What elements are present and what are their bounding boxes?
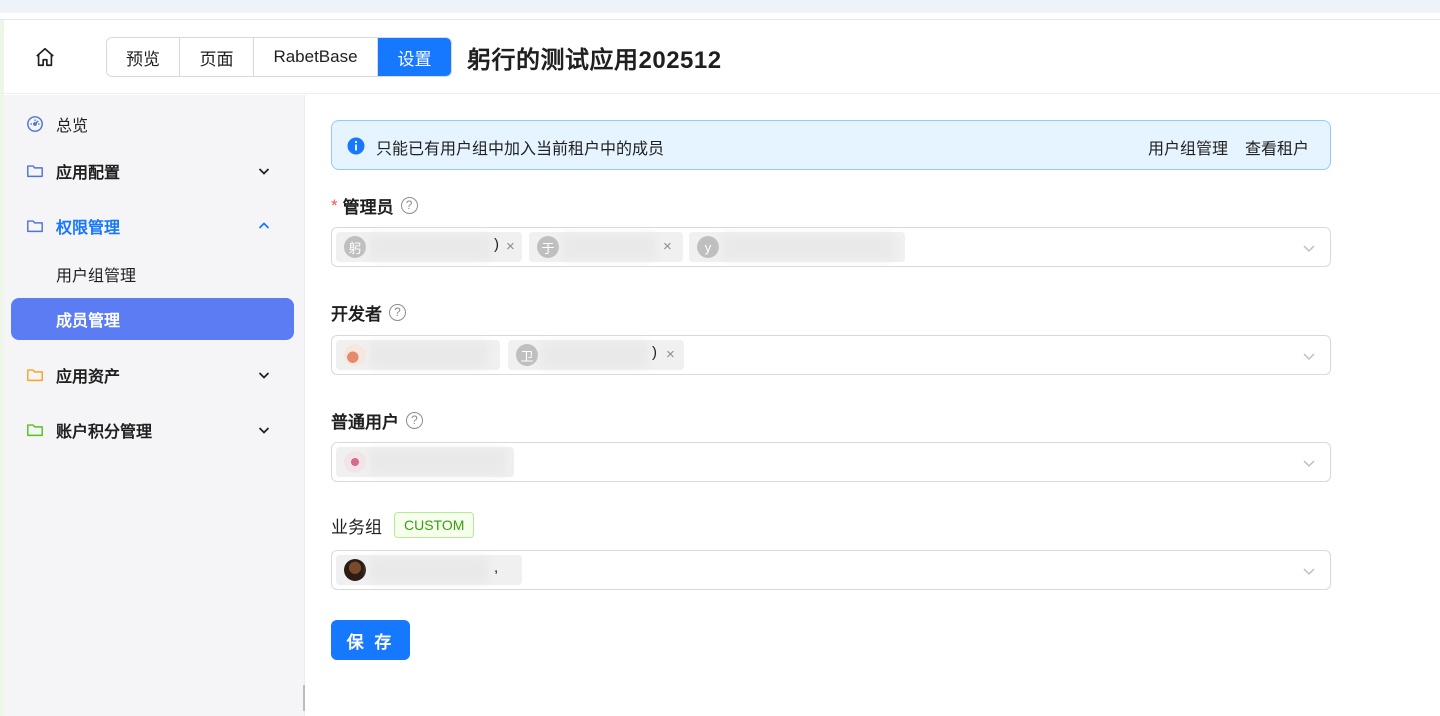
chip-tail: ) — [652, 344, 657, 361]
app-header: 预览 页面 RabetBase 设置 躬行的测试应用202512 — [4, 20, 1440, 94]
sidebar-item-points[interactable]: 账户积分管理 — [4, 410, 305, 450]
tab-preview[interactable]: 预览 — [107, 38, 180, 76]
admin-select[interactable]: 躬 ) × 于 × y — [331, 227, 1331, 267]
avatar — [344, 344, 366, 366]
developer-chip — [336, 340, 500, 370]
required-mark: * — [331, 195, 338, 215]
chip-tail: ) — [494, 236, 499, 253]
sidebar-item-label: 账户积分管理 — [56, 424, 153, 441]
sidebar-item-label: 成员管理 — [56, 313, 121, 330]
chevron-down-icon — [258, 372, 270, 379]
redacted-name — [370, 234, 490, 260]
admin-chip: 于 × — [529, 232, 683, 262]
info-alert: 只能已有用户组中加入当前租户中的成员 用户组管理 查看租户 — [331, 120, 1331, 170]
save-button[interactable]: 保 存 — [331, 620, 410, 660]
sidebar-item-label: 应用配置 — [56, 165, 121, 182]
redacted-name — [370, 557, 488, 583]
header-tabs: 预览 页面 RabetBase 设置 — [106, 37, 452, 77]
custom-tag: CUSTOM — [394, 512, 475, 538]
sidebar-item-overview[interactable]: 总览 — [4, 104, 305, 144]
remove-chip-icon[interactable]: × — [663, 238, 672, 255]
normal-user-select[interactable] — [331, 442, 1331, 482]
developer-label-text: 开发者 — [331, 305, 382, 324]
folder-icon — [27, 220, 43, 233]
tab-pages[interactable]: 页面 — [180, 38, 254, 76]
business-group-label-text: 业务组 — [331, 517, 382, 537]
app-title: 躬行的测试应用202512 — [467, 47, 722, 74]
avatar: 于 — [537, 236, 559, 258]
normal-user-label-text: 普通用户 — [331, 413, 399, 432]
chevron-down-icon — [1303, 460, 1315, 468]
dashboard-icon — [27, 116, 43, 132]
view-tenant-link[interactable]: 查看租户 — [1245, 135, 1309, 159]
help-icon[interactable]: ? — [389, 304, 406, 321]
remove-chip-icon[interactable]: × — [666, 346, 675, 363]
folder-icon — [27, 424, 43, 437]
sidebar-item-members[interactable]: 成员管理 — [11, 298, 294, 340]
avatar: y — [697, 236, 719, 258]
folder-icon — [27, 369, 43, 382]
developer-select[interactable]: 卫 ) × — [331, 335, 1331, 375]
normal-user-chip — [336, 447, 514, 477]
avatar: 卫 — [516, 344, 538, 366]
developer-chip: 卫 ) × — [508, 340, 684, 370]
redacted-name — [563, 234, 655, 260]
sidebar-item-label: 应用资产 — [56, 369, 121, 386]
avatar — [344, 559, 366, 581]
sidebar-item-app-config[interactable]: 应用配置 — [4, 151, 305, 191]
chip-tail: , — [494, 559, 499, 576]
normal-user-label: 普通用户 ? — [331, 408, 423, 433]
admin-chip: 躬 ) × — [336, 232, 522, 262]
alert-message: 只能已有用户组中加入当前租户中的成员 — [376, 141, 665, 158]
business-group-chip: , — [336, 555, 522, 585]
admin-chip: y — [689, 232, 905, 262]
chevron-down-icon — [1303, 245, 1315, 253]
sidebar-item-label: 用户组管理 — [56, 268, 137, 285]
info-icon — [347, 137, 365, 155]
redacted-name — [723, 234, 893, 260]
home-icon — [36, 47, 54, 67]
tab-rabetbase[interactable]: RabetBase — [254, 38, 378, 76]
developer-label: 开发者 ? — [331, 300, 406, 325]
admin-label-text: 管理员 — [342, 198, 394, 217]
help-icon[interactable]: ? — [406, 412, 423, 429]
sidebar-item-user-groups[interactable]: 用户组管理 — [11, 253, 294, 295]
chevron-up-icon — [258, 222, 270, 229]
folder-icon — [27, 165, 43, 178]
home-button[interactable] — [32, 44, 58, 70]
sidebar-item-label: 权限管理 — [56, 220, 121, 237]
chevron-down-icon — [1303, 353, 1315, 361]
business-group-select[interactable]: , — [331, 550, 1331, 590]
redacted-name — [370, 342, 488, 368]
help-icon[interactable]: ? — [400, 197, 418, 214]
sidebar: 总览 应用配置 权限管理 用户组管理 成员管理 应用资产 账户积分管理 — [4, 95, 305, 716]
redacted-name — [370, 449, 506, 475]
sidebar-resize-handle[interactable] — [303, 685, 305, 711]
remove-chip-icon[interactable]: × — [506, 238, 515, 255]
chevron-down-icon — [258, 427, 270, 434]
sidebar-item-label: 总览 — [56, 118, 89, 135]
chevron-down-icon — [258, 168, 270, 175]
chevron-down-icon — [1303, 568, 1315, 576]
sidebar-item-permissions[interactable]: 权限管理 — [4, 206, 305, 246]
user-group-manage-link[interactable]: 用户组管理 — [1148, 135, 1228, 159]
avatar — [344, 451, 366, 473]
tab-settings[interactable]: 设置 — [378, 38, 451, 76]
business-group-label: 业务组 CUSTOM — [331, 512, 475, 538]
browser-top-strip — [0, 0, 1440, 13]
avatar: 躬 — [344, 236, 366, 258]
redacted-name — [542, 342, 648, 368]
sidebar-item-app-assets[interactable]: 应用资产 — [4, 355, 305, 395]
admin-label: * 管理员 ? — [331, 193, 418, 218]
